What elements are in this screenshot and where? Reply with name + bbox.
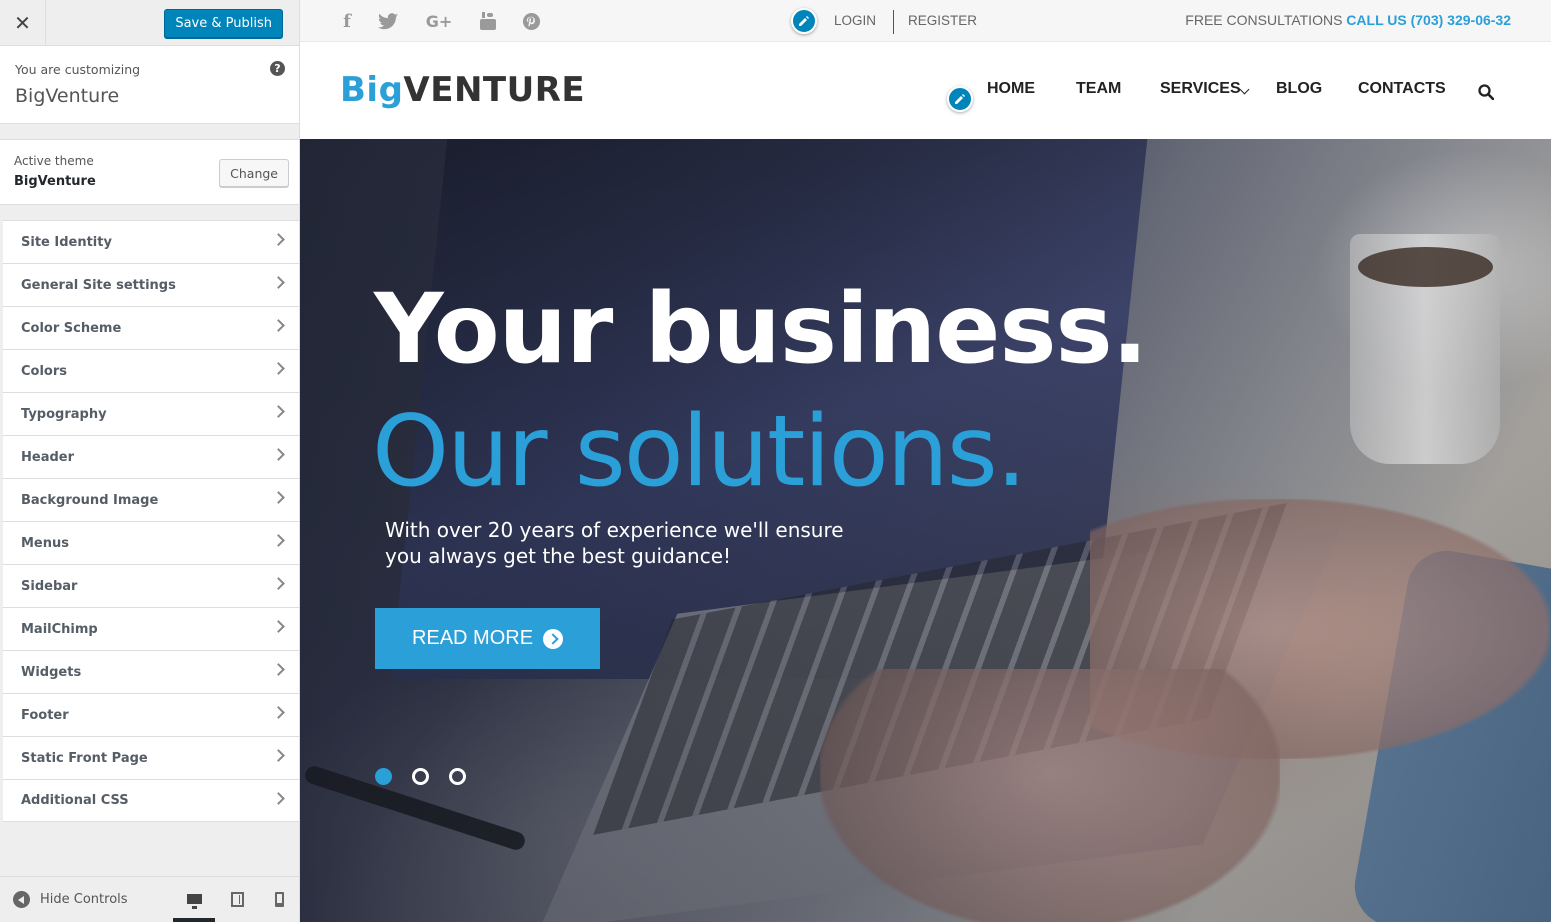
top-bar: f G+ LOGIN REGISTER FREE CONSULTATIONS C… <box>300 0 1551 42</box>
section-label: Footer <box>21 707 69 723</box>
customizer-sections: Site Identity General Site settings Colo… <box>0 220 299 822</box>
section-sidebar[interactable]: Sidebar <box>3 564 299 607</box>
nav-contacts[interactable]: CONTACTS <box>1358 80 1446 98</box>
logo-part-venture: VENTURE <box>403 70 586 110</box>
section-background-image[interactable]: Background Image <box>3 478 299 521</box>
consultation-info: FREE CONSULTATIONS CALL US (703) 329-06-… <box>1185 12 1511 28</box>
chevron-right-icon <box>272 534 285 547</box>
chevron-right-icon <box>272 319 285 332</box>
section-footer[interactable]: Footer <box>3 693 299 736</box>
section-label: Header <box>21 449 75 465</box>
site-logo[interactable]: BigVENTURE <box>340 70 585 110</box>
section-label: Static Front Page <box>21 750 148 766</box>
hero-slider: Your business. Our solutions. With over … <box>300 139 1551 922</box>
hide-controls-label: Hide Controls <box>40 892 128 907</box>
hero-subtitle: With over 20 years of experience we'll e… <box>385 518 844 568</box>
customizer-sidebar: ✕ Save & Publish You are customizing Big… <box>0 0 300 922</box>
pinterest-icon[interactable] <box>520 11 542 31</box>
collapse-arrow-icon <box>13 891 30 908</box>
close-icon[interactable]: ✕ <box>0 0 46 46</box>
slider-dot-3[interactable] <box>449 768 466 785</box>
slider-dot-1[interactable] <box>375 768 392 785</box>
chevron-right-icon <box>272 448 285 461</box>
nav-services[interactable]: SERVICES <box>1160 80 1241 98</box>
chevron-right-icon <box>272 233 285 246</box>
section-label: General Site settings <box>21 277 176 293</box>
customizing-info: You are customizing BigVenture ? <box>0 46 299 124</box>
slider-dot-2[interactable] <box>412 768 429 785</box>
section-label: Colors <box>21 363 68 379</box>
section-menus[interactable]: Menus <box>3 521 299 564</box>
customizer-header: ✕ Save & Publish <box>0 0 299 46</box>
section-label: Background Image <box>21 492 159 508</box>
chevron-right-icon <box>272 491 285 504</box>
chevron-right-icon <box>272 577 285 590</box>
edit-shortcut-pencil-icon[interactable] <box>791 8 817 34</box>
section-color-scheme[interactable]: Color Scheme <box>3 306 299 349</box>
section-header[interactable]: Header <box>3 435 299 478</box>
chevron-down-icon[interactable] <box>1239 84 1250 95</box>
section-label: Menus <box>21 535 70 551</box>
divider <box>893 10 894 34</box>
section-label: MailChimp <box>21 621 98 637</box>
call-phone-link[interactable]: CALL US (703) 329-06-32 <box>1346 12 1511 28</box>
chevron-right-icon <box>272 362 285 375</box>
login-link[interactable]: LOGIN <box>834 13 876 28</box>
section-label: Widgets <box>21 664 82 680</box>
section-label: Site Identity <box>21 234 112 250</box>
active-theme-panel: Active theme BigVenture Change <box>0 139 299 205</box>
desktop-preview-icon[interactable] <box>186 889 202 909</box>
hero-title-line2: Our solutions. <box>372 395 1027 509</box>
section-mailchimp[interactable]: MailChimp <box>3 607 299 650</box>
chevron-right-icon <box>272 663 285 676</box>
read-more-button[interactable]: READ MORE <box>375 608 600 669</box>
section-label: Typography <box>21 406 107 422</box>
hide-controls-button[interactable]: Hide Controls <box>13 891 128 908</box>
hero-title-line1: Your business. <box>374 273 1148 385</box>
section-colors[interactable]: Colors <box>3 349 299 392</box>
register-link[interactable]: REGISTER <box>908 13 977 28</box>
logo-part-big: Big <box>340 70 404 110</box>
site-name: BigVenture <box>15 85 120 107</box>
search-icon[interactable] <box>1478 84 1495 101</box>
section-label: Sidebar <box>21 578 78 594</box>
active-device-indicator <box>173 918 215 922</box>
site-header: BigVENTURE HOME TEAM SERVICES BLOG CONTA… <box>300 42 1551 139</box>
section-static-front-page[interactable]: Static Front Page <box>3 736 299 779</box>
chevron-right-icon <box>272 792 285 805</box>
help-icon[interactable]: ? <box>270 61 285 76</box>
section-label: Additional CSS <box>21 793 129 808</box>
chevron-right-icon <box>272 749 285 762</box>
site-preview: f G+ LOGIN REGISTER FREE CONSULTATIONS C… <box>300 0 1551 922</box>
edit-menu-pencil-icon[interactable] <box>947 86 973 112</box>
chevron-right-icon <box>272 276 285 289</box>
section-typography[interactable]: Typography <box>3 392 299 435</box>
chevron-right-icon <box>272 620 285 633</box>
save-publish-button[interactable]: Save & Publish <box>164 9 283 38</box>
twitter-icon[interactable] <box>376 11 400 31</box>
change-theme-button[interactable]: Change <box>219 159 289 187</box>
nav-home[interactable]: HOME <box>987 80 1035 98</box>
facebook-icon[interactable]: f <box>340 11 354 32</box>
tablet-preview-icon[interactable] <box>229 889 245 909</box>
section-general-site-settings[interactable]: General Site settings <box>3 263 299 306</box>
google-plus-icon[interactable]: G+ <box>424 11 454 31</box>
nav-blog[interactable]: BLOG <box>1276 80 1322 98</box>
nav-team[interactable]: TEAM <box>1076 80 1121 98</box>
chevron-right-icon <box>272 405 285 418</box>
section-widgets[interactable]: Widgets <box>3 650 299 693</box>
read-more-label: READ MORE <box>411 627 534 649</box>
youtube-icon[interactable] <box>477 11 499 31</box>
mobile-preview-icon[interactable] <box>271 889 287 909</box>
customizer-footer: Hide Controls <box>0 876 299 922</box>
customizing-label: You are customizing <box>15 62 141 77</box>
chevron-right-icon <box>272 706 285 719</box>
arrow-right-circle-icon <box>543 628 564 649</box>
section-label: Color Scheme <box>21 320 122 336</box>
consultation-text: FREE CONSULTATIONS <box>1185 12 1343 28</box>
section-site-identity[interactable]: Site Identity <box>3 220 299 263</box>
section-additional-css[interactable]: Additional CSS <box>3 779 299 822</box>
